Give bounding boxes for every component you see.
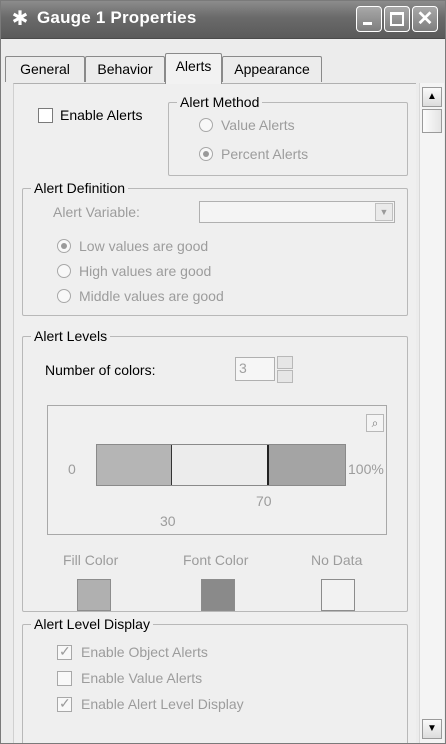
range-segment-mid[interactable] xyxy=(171,445,269,485)
middle-values-label: Middle values are good xyxy=(79,288,224,304)
maximize-button[interactable] xyxy=(384,6,410,32)
threshold-low-label: 30 xyxy=(160,513,176,529)
tab-general[interactable]: General xyxy=(5,56,85,82)
value-alerts-label: Value Alerts xyxy=(221,117,295,133)
low-values-radio[interactable] xyxy=(57,239,71,253)
alert-definition-group: Alert Definition Alert Variable: ▼ Low v… xyxy=(22,179,408,316)
tab-behavior[interactable]: Behavior xyxy=(85,56,165,82)
enable-value-alerts-checkbox[interactable] xyxy=(57,671,72,686)
enable-value-alerts-label: Enable Value Alerts xyxy=(81,670,203,686)
range-segment-high[interactable] xyxy=(269,445,345,485)
window-title: Gauge 1 Properties xyxy=(37,8,197,27)
threshold-high-label: 70 xyxy=(256,493,272,509)
vertical-scrollbar[interactable]: ▲ ▼ xyxy=(419,83,444,743)
alert-levels-title: Alert Levels xyxy=(31,327,111,345)
alert-levels-group: Alert Levels Number of colors: 3 ⌕ 0 100… xyxy=(22,327,408,612)
font-color-label: Font Color xyxy=(183,552,249,568)
scroll-up-button[interactable]: ▲ xyxy=(422,87,442,107)
spin-up-button[interactable] xyxy=(277,356,293,369)
maximize-icon xyxy=(390,12,404,26)
number-of-colors-input[interactable]: 3 xyxy=(235,357,275,381)
minimize-button[interactable] xyxy=(356,6,382,32)
enable-object-alerts-checkbox[interactable]: ✓ xyxy=(57,643,72,660)
alerts-panel: Enable Alerts Alert Method Value Alerts … xyxy=(13,83,416,743)
color-range-bar xyxy=(96,444,346,486)
alert-variable-select[interactable]: ▼ xyxy=(199,201,395,223)
no-data-color-swatch[interactable] xyxy=(321,579,355,611)
fill-color-label: Fill Color xyxy=(63,552,119,568)
gauge-app-icon: ✱ xyxy=(11,8,29,30)
low-values-label: Low values are good xyxy=(79,238,209,254)
high-values-label: High values are good xyxy=(79,263,212,279)
close-button[interactable]: ✕ xyxy=(412,6,438,32)
enable-alert-level-display-label: Enable Alert Level Display xyxy=(81,696,244,712)
enable-alerts-label: Enable Alerts xyxy=(60,107,143,123)
fill-color-swatch[interactable] xyxy=(77,579,111,611)
alert-definition-title: Alert Definition xyxy=(31,179,129,197)
alert-level-display-group: Alert Level Display ✓ Enable Object Aler… xyxy=(22,615,408,743)
enable-object-alerts-label: Enable Object Alerts xyxy=(81,644,208,660)
title-bar[interactable]: ✱ Gauge 1 Properties ✕ xyxy=(1,1,445,39)
scale-min-label: 0 xyxy=(68,461,76,477)
alert-level-display-title: Alert Level Display xyxy=(31,615,153,633)
percent-alerts-radio[interactable] xyxy=(199,147,213,161)
minimize-icon xyxy=(363,22,372,25)
range-segment-low[interactable] xyxy=(97,445,171,485)
scroll-down-button[interactable]: ▼ xyxy=(422,719,442,739)
percent-alerts-label: Percent Alerts xyxy=(221,146,309,162)
middle-values-radio[interactable] xyxy=(57,289,71,303)
number-of-colors-label: Number of colors: xyxy=(45,362,156,378)
magnifier-icon[interactable]: ⌕ xyxy=(366,414,384,432)
scale-max-label: 100% xyxy=(348,461,384,477)
high-values-radio[interactable] xyxy=(57,264,71,278)
enable-alerts-checkbox[interactable] xyxy=(38,108,53,123)
value-alerts-radio[interactable] xyxy=(199,118,213,132)
alert-method-group: Alert Method Value Alerts Percent Alerts xyxy=(168,93,408,176)
alert-variable-label: Alert Variable: xyxy=(53,204,140,220)
font-color-swatch[interactable] xyxy=(201,579,235,611)
properties-window: ✱ Gauge 1 Properties ✕ General Behavior … xyxy=(0,0,446,744)
scroll-thumb[interactable] xyxy=(422,109,442,133)
enable-alert-level-display-checkbox[interactable]: ✓ xyxy=(57,695,72,712)
alert-range-editor: ⌕ 0 100% 70 30 xyxy=(47,405,387,535)
tab-alerts[interactable]: Alerts xyxy=(165,53,222,84)
close-icon: ✕ xyxy=(416,8,434,30)
chevron-down-icon[interactable]: ▼ xyxy=(375,203,393,221)
tab-appearance[interactable]: Appearance xyxy=(222,56,322,82)
alert-method-title: Alert Method xyxy=(177,93,263,111)
no-data-label: No Data xyxy=(311,552,363,568)
spin-down-button[interactable] xyxy=(277,370,293,383)
